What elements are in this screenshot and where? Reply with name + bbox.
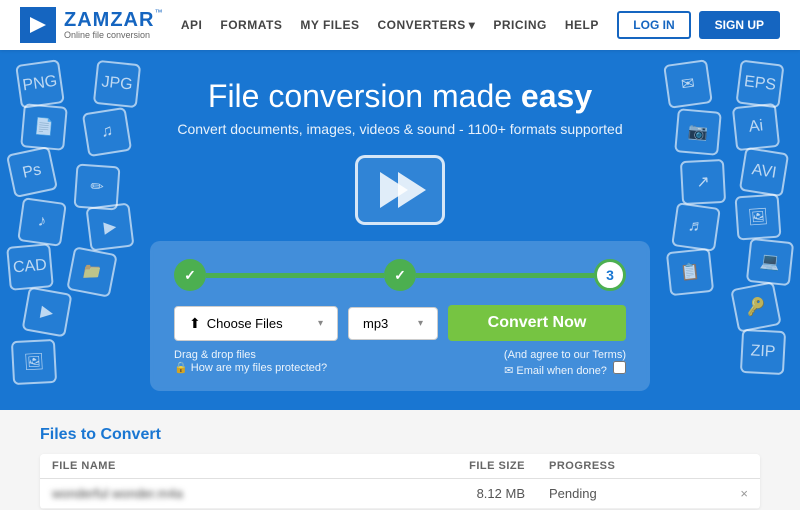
steps-progress: ✓ ✓ 3 bbox=[174, 259, 626, 291]
terms-link[interactable]: Terms bbox=[592, 349, 622, 361]
drag-drop-label: Drag & drop files bbox=[174, 349, 327, 361]
logo-icon bbox=[20, 7, 56, 43]
sketch-png-icon: PNG bbox=[15, 59, 65, 109]
table-header-row: FILE NAME FILE SIZE PROGRESS bbox=[40, 454, 760, 479]
sketch-doc-icon: 📄 bbox=[20, 103, 68, 151]
nav-converters[interactable]: CONVERTERS ▾ bbox=[377, 18, 475, 32]
nav-formats[interactable]: FORMATS bbox=[220, 18, 282, 32]
logo-name: ZAMZAR bbox=[64, 9, 154, 31]
login-button[interactable]: LOG IN bbox=[617, 11, 690, 39]
step-2: ✓ bbox=[384, 259, 416, 291]
col-progress: PROGRESS bbox=[537, 454, 728, 479]
file-name: wonderful wonder.m4a bbox=[40, 479, 368, 509]
play-triangle-2 bbox=[398, 172, 426, 208]
nav-pricing[interactable]: PRICING bbox=[493, 18, 547, 32]
sketch-folder-icon: 📁 bbox=[66, 246, 118, 298]
files-table: FILE NAME FILE SIZE PROGRESS wonderful w… bbox=[40, 454, 760, 509]
sketch-music2-icon: ♬ bbox=[671, 202, 721, 252]
converter-controls: ⬆ Choose Files ▾ mp3 ▾ Convert Now bbox=[174, 305, 626, 341]
sketch-video-icon: ▶ bbox=[22, 287, 73, 338]
sketch-jpg-icon: JPG bbox=[93, 60, 141, 108]
panel-footer: Drag & drop files 🔒 How are my files pro… bbox=[174, 349, 626, 377]
chevron-down-icon: ▾ bbox=[469, 18, 476, 32]
email-icon: ✉ bbox=[504, 365, 513, 377]
play-button-wrapper bbox=[355, 155, 445, 225]
table-row: wonderful wonder.m4a 8.12 MB Pending × bbox=[40, 479, 760, 509]
nav-api[interactable]: API bbox=[181, 18, 203, 32]
step-3: 3 bbox=[594, 259, 626, 291]
nav-myfiles[interactable]: MY FILES bbox=[300, 18, 359, 32]
logo-text: ZAMZAR™ Online file conversion bbox=[64, 9, 162, 41]
step-1: ✓ bbox=[174, 259, 206, 291]
logo-tm: ™ bbox=[154, 9, 162, 18]
sketch-youtube-icon: ▶ bbox=[85, 202, 134, 251]
hero-subtitle: Convert documents, images, videos & soun… bbox=[177, 121, 622, 137]
sketch-key-icon: 🔑 bbox=[730, 281, 782, 333]
sketch-laptop-icon: 💻 bbox=[746, 238, 794, 286]
sketch-img2-icon: 🖼 bbox=[735, 194, 782, 241]
sketch-cad-icon: CAD bbox=[6, 243, 54, 291]
email-label: ✉ Email when done? bbox=[504, 361, 626, 377]
nav-help[interactable]: HELP bbox=[565, 18, 599, 32]
converter-panel: ✓ ✓ 3 ⬆ Choose Files ▾ mp3 ▾ bbox=[150, 241, 650, 391]
sketch-ai-icon: Ai bbox=[732, 103, 780, 151]
sketch-photo-icon: 📷 bbox=[674, 108, 722, 156]
file-remove-button[interactable]: × bbox=[728, 479, 760, 509]
lock-icon: 🔒 bbox=[174, 362, 188, 374]
logo-tagline: Online file conversion bbox=[64, 31, 162, 41]
col-filename: FILE NAME bbox=[40, 454, 368, 479]
main-nav: API FORMATS MY FILES CONVERTERS ▾ PRICIN… bbox=[181, 18, 599, 32]
choose-files-chevron: ▾ bbox=[318, 318, 323, 329]
protection-link[interactable]: How are my files protected? bbox=[191, 362, 327, 374]
files-title: Files to Convert bbox=[40, 426, 760, 444]
choose-files-button[interactable]: ⬆ Choose Files ▾ bbox=[174, 306, 338, 341]
sketch-msg-icon: ✉ bbox=[663, 59, 713, 109]
sketch-image-icon: 🖼 bbox=[11, 339, 57, 385]
sketch-avi-icon: AVI bbox=[739, 147, 789, 197]
format-chevron: ▾ bbox=[418, 318, 423, 329]
sketch-zip-icon: ZIP bbox=[740, 329, 786, 375]
sketch-note-icon: ♫ bbox=[82, 107, 132, 157]
play-button bbox=[355, 155, 445, 225]
step-line-1 bbox=[206, 273, 384, 278]
upload-icon: ⬆ bbox=[189, 315, 201, 332]
nav-buttons: LOG IN SIGN UP bbox=[617, 11, 780, 39]
file-size: 8.12 MB bbox=[368, 479, 537, 509]
step-1-check: ✓ bbox=[184, 267, 196, 284]
terms-text: (And agree to our Terms) bbox=[504, 349, 626, 361]
hero-section: PNG 📄 Ps ♪ CAD ▶ 🖼 JPG ♫ ✏ ▶ 📁 EPS Ai AV… bbox=[0, 50, 800, 410]
sketch-arrow-icon: ↗ bbox=[680, 159, 726, 205]
header: ZAMZAR™ Online file conversion API FORMA… bbox=[0, 0, 800, 50]
email-checkbox[interactable] bbox=[613, 361, 626, 374]
signup-button[interactable]: SIGN UP bbox=[699, 11, 780, 39]
sketch-file-icon: 📋 bbox=[666, 248, 714, 296]
col-filesize: FILE SIZE bbox=[368, 454, 537, 479]
step-2-check: ✓ bbox=[394, 267, 406, 284]
sketch-music-icon: ♪ bbox=[17, 197, 67, 247]
logo-area: ZAMZAR™ Online file conversion bbox=[20, 7, 162, 43]
footer-right: (And agree to our Terms) ✉ Email when do… bbox=[504, 349, 626, 377]
format-select[interactable]: mp3 ▾ bbox=[348, 307, 438, 340]
file-progress: Pending bbox=[537, 479, 728, 509]
hero-title: File conversion made easy bbox=[208, 78, 592, 115]
files-table-body: wonderful wonder.m4a 8.12 MB Pending × bbox=[40, 479, 760, 509]
convert-now-button[interactable]: Convert Now bbox=[448, 305, 626, 341]
sketch-ps-icon: Ps bbox=[6, 146, 58, 198]
col-actions bbox=[728, 454, 760, 479]
files-section: Files to Convert FILE NAME FILE SIZE PRO… bbox=[0, 410, 800, 510]
footer-left: Drag & drop files 🔒 How are my files pro… bbox=[174, 349, 327, 374]
step-line-2 bbox=[416, 273, 594, 278]
sketch-eps-icon: EPS bbox=[735, 59, 784, 108]
